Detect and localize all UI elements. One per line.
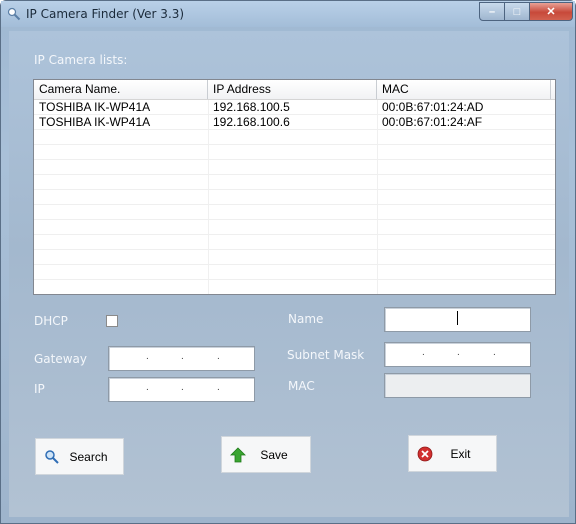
- subnet-mask-label: Subnet Mask: [287, 348, 365, 362]
- close-button[interactable]: ✕: [529, 2, 573, 21]
- table-row: [34, 145, 555, 160]
- table-row: [34, 280, 555, 294]
- ip-address-field[interactable]: ...: [108, 377, 255, 402]
- dhcp-label: DHCP: [34, 314, 68, 328]
- text-caret: [457, 311, 458, 325]
- table-row[interactable]: TOSHIBA IK-WP41A 192.168.100.6 00:0B:67:…: [34, 115, 555, 130]
- table-row: [34, 190, 555, 205]
- column-header-ip-address[interactable]: IP Address: [208, 80, 377, 99]
- mac-field: [384, 373, 531, 398]
- table-row: [34, 265, 555, 280]
- client-area: IP Camera lists: Camera Name. IP Address…: [9, 31, 569, 517]
- cell-camera-name: TOSHIBA IK-WP41A: [39, 100, 151, 114]
- exit-button-label: Exit: [450, 446, 471, 461]
- gateway-label: Gateway: [34, 352, 88, 366]
- table-row: [34, 235, 555, 250]
- camera-list[interactable]: Camera Name. IP Address MAC TOSHIBA IK-W…: [33, 79, 556, 295]
- search-button[interactable]: Search: [35, 438, 124, 475]
- title-bar[interactable]: IP Camera Finder (Ver 3.3) – □ ✕: [1, 1, 575, 27]
- dhcp-checkbox[interactable]: [106, 315, 118, 327]
- ip-dots: ...: [146, 351, 220, 362]
- name-label: Name: [288, 312, 324, 326]
- subnet-mask-field[interactable]: ...: [384, 342, 531, 367]
- gateway-ip-field[interactable]: ...: [108, 346, 255, 371]
- cell-mac: 00:0B:67:01:24:AD: [382, 100, 484, 114]
- cell-camera-name: TOSHIBA IK-WP41A: [39, 115, 151, 129]
- table-row: [34, 250, 555, 265]
- search-button-label: Search: [69, 449, 108, 464]
- table-row: [34, 220, 555, 235]
- list-header: Camera Name. IP Address MAC: [34, 80, 555, 100]
- table-row: [34, 160, 555, 175]
- save-button-label: Save: [260, 447, 288, 462]
- table-row: [34, 205, 555, 220]
- save-button[interactable]: Save: [221, 436, 311, 473]
- mac-label: MAC: [288, 379, 315, 393]
- column-header-camera-name[interactable]: Camera Name.: [34, 80, 208, 99]
- name-field[interactable]: [384, 307, 531, 332]
- cell-ip-address: 192.168.100.5: [213, 100, 290, 114]
- table-row: [34, 175, 555, 190]
- ip-dots: ...: [422, 347, 496, 358]
- cell-ip-address: 192.168.100.6: [213, 115, 290, 129]
- app-window: IP Camera Finder (Ver 3.3) – □ ✕ IP Came…: [0, 0, 576, 524]
- exit-button[interactable]: Exit: [408, 435, 497, 472]
- column-header-mac[interactable]: MAC: [377, 80, 551, 99]
- window-title: IP Camera Finder (Ver 3.3): [26, 7, 185, 21]
- minimize-button[interactable]: –: [479, 2, 505, 21]
- table-row: [34, 130, 555, 145]
- cell-mac: 00:0B:67:01:24:AF: [382, 115, 483, 129]
- maximize-button[interactable]: □: [504, 2, 530, 21]
- camera-app-icon: [7, 7, 21, 21]
- ip-dots: ...: [146, 382, 220, 393]
- table-row[interactable]: TOSHIBA IK-WP41A 192.168.100.5 00:0B:67:…: [34, 100, 555, 115]
- ip-label: IP: [34, 382, 45, 396]
- camera-list-label: IP Camera lists:: [34, 53, 128, 67]
